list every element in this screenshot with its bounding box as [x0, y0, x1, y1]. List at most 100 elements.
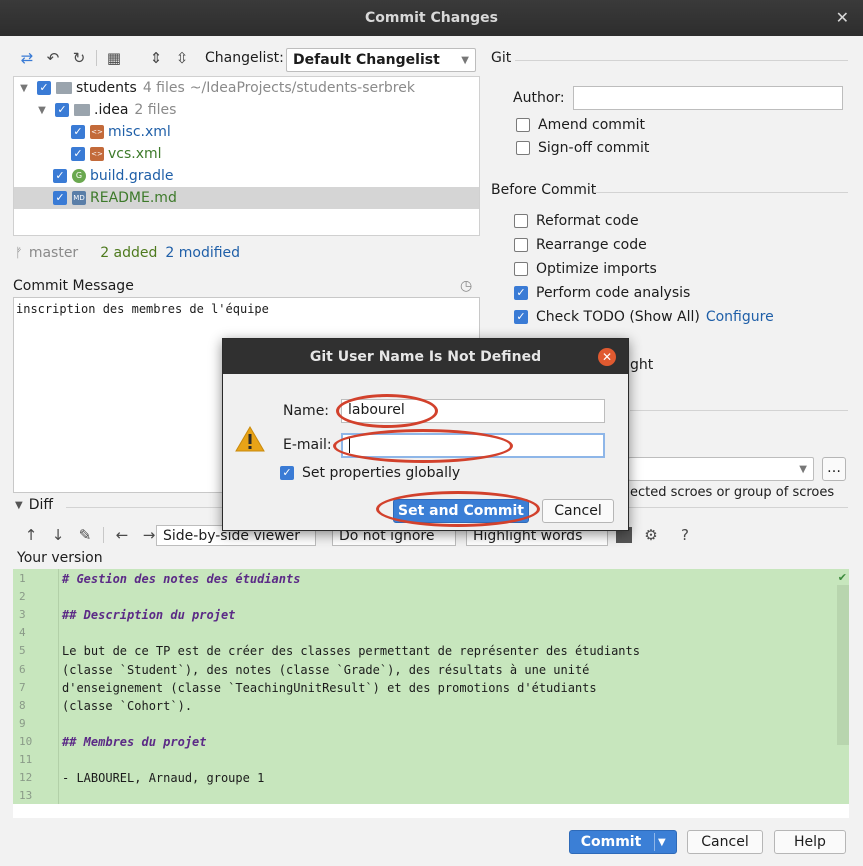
file-name: misc.xml [108, 124, 171, 140]
checkbox-misc[interactable]: ✓ [71, 125, 85, 139]
optimize-imports-checkbox[interactable] [514, 262, 528, 276]
toolbar-separator [103, 527, 104, 543]
root-meta: 4 files [142, 80, 185, 96]
cancel-button[interactable]: Cancel [687, 830, 763, 854]
reformat-checkbox[interactable] [514, 214, 528, 228]
chevron-down-icon: ▼ [461, 54, 469, 66]
expand-all-icon[interactable]: ⇕ [147, 49, 165, 67]
amend-checkbox[interactable] [516, 118, 530, 132]
diff-editor[interactable]: 1 # Gestion des notes des étudiants 2 3 ## D… [13, 569, 849, 804]
arrow-down-icon[interactable]: ↓ [49, 526, 67, 544]
signoff-commit-option[interactable]: Sign-off commit [516, 140, 649, 156]
diff-label: Diff [28, 497, 54, 513]
optimize-imports-option[interactable]: Optimize imports [514, 261, 657, 277]
tree-row-root[interactable]: ▼ ✓ students 4 files ~/IdeaProjects/stud… [14, 77, 479, 99]
code-line: d'enseignement (classe `TeachingUnitResu… [62, 680, 597, 695]
chevron-down-icon: ▼ [799, 463, 807, 475]
line-number: 3 [19, 608, 26, 622]
group-by-icon[interactable]: ▦ [105, 49, 123, 67]
code-line: ## Membres du projet [62, 734, 207, 749]
line-number: 2 [19, 590, 26, 604]
chevron-down-icon[interactable]: ▼ [15, 500, 23, 511]
option-label-partial: ght [630, 357, 654, 373]
added-count: 2 added [100, 245, 158, 261]
code-line: ## Description du projet [62, 608, 236, 623]
browse-button[interactable]: … [822, 457, 846, 481]
checkbox-build-gradle[interactable]: ✓ [53, 169, 67, 183]
section-divider [630, 410, 848, 411]
dialog-title: Git User Name Is Not Defined [309, 348, 542, 365]
chevron-down-icon[interactable]: ▼ [35, 105, 49, 116]
run-tool-select[interactable]: ▼ [628, 457, 814, 481]
chevron-down-icon[interactable]: ▼ [17, 83, 31, 94]
reformat-option[interactable]: Reformat code [514, 213, 639, 229]
branch-name[interactable]: master [29, 245, 78, 261]
commit-button[interactable]: Commit ▼ [569, 830, 677, 854]
checkbox-readme[interactable]: ✓ [53, 191, 67, 205]
rearrange-option[interactable]: Rearrange code [514, 237, 647, 253]
dialog-titlebar: Git User Name Is Not Defined [223, 339, 628, 374]
markdown-file-icon: MD [72, 191, 86, 205]
check-todo-checkbox[interactable]: ✓ [514, 310, 528, 324]
diff-icon[interactable]: ⇄ [18, 49, 36, 67]
close-icon[interactable]: ✕ [836, 8, 849, 27]
signoff-checkbox[interactable] [516, 141, 530, 155]
arrow-left-icon[interactable]: ← [113, 526, 131, 544]
changelist-select[interactable]: Default Changelist ▼ [286, 48, 476, 72]
collapse-all-icon[interactable]: ⇳ [173, 49, 191, 67]
checkbox-idea[interactable]: ✓ [55, 103, 69, 117]
commit-message-text: inscription des membres de l'équipe [16, 302, 269, 316]
file-name: build.gradle [90, 168, 174, 184]
line-number: 9 [19, 716, 26, 730]
tree-row-build-gradle[interactable]: ✓ G build.gradle [14, 165, 479, 187]
check-todo-option[interactable]: ✓ Check TODO (Show All) Configure [514, 309, 774, 325]
scrollbar[interactable] [837, 585, 849, 745]
rearrange-checkbox[interactable] [514, 238, 528, 252]
arrow-up-icon[interactable]: ↑ [22, 526, 40, 544]
help-icon[interactable]: ? [676, 526, 694, 544]
set-globally-label: Set properties globally [302, 465, 461, 481]
diff-toolbar: ↑ ↓ ✎ ← → [22, 526, 158, 544]
code-line: Le but de ce TP est de créer des classes… [62, 644, 640, 659]
xml-file-icon: <> [90, 125, 104, 139]
code-analysis-option[interactable]: ✓ Perform code analysis [514, 285, 690, 301]
tree-row-readme[interactable]: ✓ MD README.md [14, 187, 479, 209]
chevron-down-icon[interactable]: ▼ [658, 837, 666, 848]
commit-label: Commit [580, 834, 642, 850]
code-line: - LABOUREL, Arnaud, groupe 1 [62, 771, 265, 786]
checkbox-vcs[interactable]: ✓ [71, 147, 85, 161]
code-analysis-checkbox[interactable]: ✓ [514, 286, 528, 300]
line-number: 7 [19, 680, 26, 694]
dialog-cancel-button[interactable]: Cancel [542, 499, 614, 523]
edit-icon[interactable]: ✎ [76, 526, 94, 544]
rearrange-label: Rearrange code [536, 237, 647, 253]
close-icon[interactable]: ✕ [598, 348, 616, 366]
set-globally-checkbox[interactable]: ✓ [280, 466, 294, 480]
set-globally-option[interactable]: ✓ Set properties globally [280, 465, 460, 481]
vcs-status-bar: ᚠ master 2 added 2 modified [15, 245, 240, 261]
help-button[interactable]: Help [774, 830, 846, 854]
cancel-label: Cancel [701, 834, 749, 850]
toolbar-separator [96, 50, 97, 66]
amend-commit-option[interactable]: Amend commit [516, 117, 645, 133]
configure-link[interactable]: Configure [706, 309, 774, 325]
changelist-value: Default Changelist [293, 52, 440, 68]
code-line: (classe `Student`), des notes (classe `G… [62, 662, 590, 677]
author-input[interactable] [573, 86, 843, 110]
tree-row-misc[interactable]: ✓ <> misc.xml [14, 121, 479, 143]
git-section-title: Git [491, 50, 512, 66]
undo-icon[interactable]: ↶ [44, 49, 62, 67]
diff-section-header[interactable]: ▼ Diff [15, 497, 53, 513]
tree-row-vcs[interactable]: ✓ <> vcs.xml [14, 143, 479, 165]
code-line: (classe `Cohort`). [62, 698, 193, 713]
gear-icon[interactable]: ⚙ [642, 526, 660, 544]
line-number: 10 [19, 734, 33, 748]
check-todo-label: Check TODO (Show All) [536, 309, 700, 325]
checkbox-root[interactable]: ✓ [37, 81, 51, 95]
name-label: Name: [283, 403, 330, 419]
refresh-icon[interactable]: ↻ [70, 49, 88, 67]
signoff-label: Sign-off commit [538, 140, 650, 156]
history-icon[interactable]: ◷ [460, 278, 472, 294]
author-label: Author: [513, 90, 565, 106]
tree-row-idea[interactable]: ▼ ✓ .idea 2 files [14, 99, 479, 121]
